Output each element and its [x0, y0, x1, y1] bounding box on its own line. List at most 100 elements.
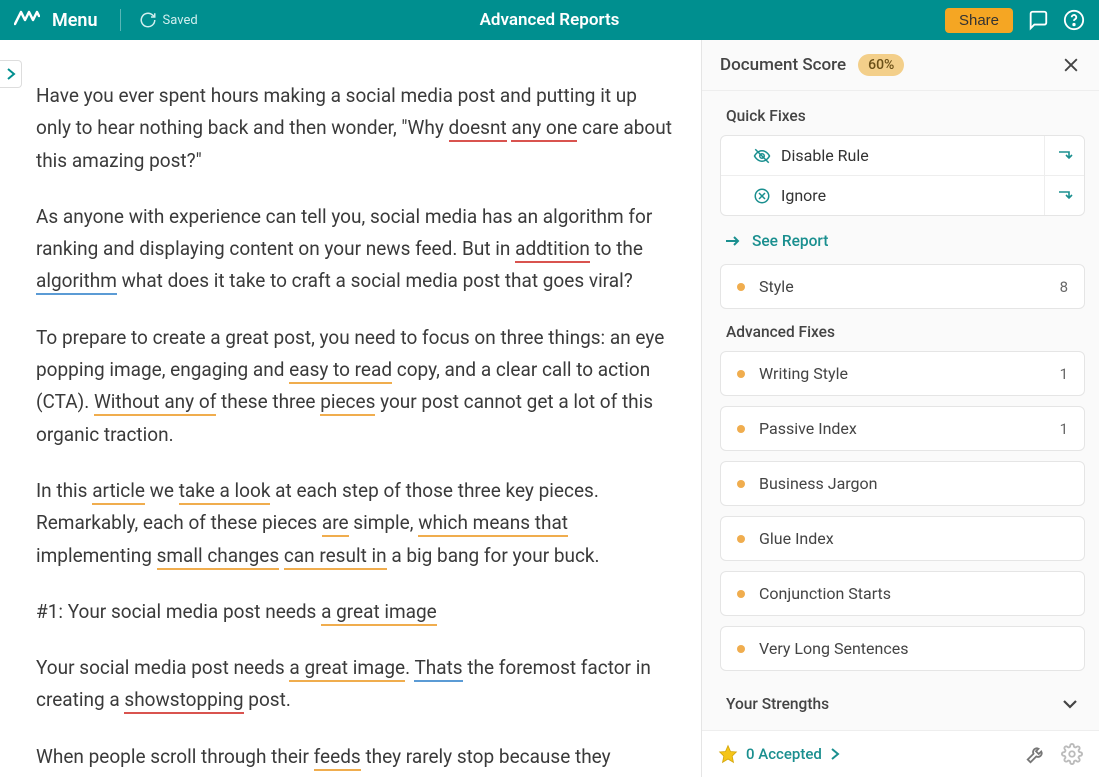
page-title: Advanced Reports	[480, 10, 620, 30]
comments-icon[interactable]	[1027, 9, 1049, 31]
dot-icon	[737, 283, 745, 291]
text: these three	[216, 390, 320, 413]
sidebar-header: Document Score 60%	[702, 40, 1099, 91]
category-label: Very Long Sentences	[759, 639, 908, 658]
text: In this	[36, 479, 92, 502]
category-writing-style[interactable]: Writing Style 1	[720, 351, 1085, 396]
eye-off-icon	[753, 147, 771, 165]
category-label: Writing Style	[759, 364, 848, 383]
saved-label: Saved	[163, 13, 198, 28]
paragraph[interactable]: Your social media post needs a great ima…	[36, 652, 673, 717]
star-icon	[718, 744, 738, 764]
text: post.	[244, 688, 291, 711]
chevron-right-icon	[830, 747, 840, 761]
arrow-right-icon	[724, 234, 742, 248]
document-score-label: Document Score	[720, 55, 846, 75]
style-suggestion[interactable]: are	[322, 511, 349, 537]
dot-icon	[737, 645, 745, 653]
style-suggestion[interactable]: a great image	[321, 600, 437, 626]
see-report-link[interactable]: See Report	[720, 226, 1085, 264]
category-label: Style	[759, 277, 794, 296]
text: When people scroll through their	[36, 745, 314, 768]
text: Your social media post needs	[36, 656, 289, 679]
style-suggestion[interactable]: pieces	[320, 390, 375, 416]
share-button[interactable]: Share	[945, 8, 1013, 33]
text: to the	[590, 237, 643, 260]
text: they rarely stop because they	[361, 745, 611, 768]
document-editor[interactable]: Have you ever spent hours making a socia…	[36, 80, 673, 773]
paragraph[interactable]: When people scroll through their feeds t…	[36, 741, 673, 773]
topbar-left: Menu Saved	[14, 9, 198, 31]
dot-icon	[737, 425, 745, 433]
spelling-error[interactable]: showstopping	[124, 688, 243, 714]
style-suggestion[interactable]: small changes	[157, 544, 280, 570]
style-suggestion[interactable]: easy to read	[289, 358, 392, 384]
category-label: Glue Index	[759, 529, 834, 548]
quick-fix-card: Disable Rule Ignore	[720, 135, 1085, 216]
category-passive-index[interactable]: Passive Index 1	[720, 406, 1085, 451]
close-sidebar-button[interactable]	[1061, 55, 1081, 75]
dot-icon	[737, 370, 745, 378]
category-style[interactable]: Style 8	[720, 264, 1085, 309]
your-strengths-label: Your Strengths	[726, 695, 829, 713]
help-icon[interactable]	[1063, 9, 1085, 31]
grammar-suggestion[interactable]: Thats	[414, 656, 462, 682]
cancel-icon	[753, 187, 771, 205]
sidebar-footer: 0 Accepted	[702, 730, 1099, 777]
category-label: Passive Index	[759, 419, 857, 438]
text: we	[145, 479, 179, 502]
expand-panel-button[interactable]	[0, 60, 22, 88]
disable-rule-arrow[interactable]	[1044, 136, 1084, 175]
text: a big bang for your buck.	[387, 544, 600, 567]
category-conjunction-starts[interactable]: Conjunction Starts	[720, 571, 1085, 616]
gear-icon[interactable]	[1061, 743, 1083, 765]
style-suggestion[interactable]: take a look	[179, 479, 271, 505]
dot-icon	[737, 590, 745, 598]
disable-rule-action[interactable]: Disable Rule	[721, 136, 1084, 175]
see-report-label: See Report	[752, 232, 828, 250]
app-logo-icon[interactable]	[14, 10, 40, 30]
style-suggestion[interactable]: a great image	[289, 656, 405, 682]
style-suggestion[interactable]: feeds	[314, 745, 361, 771]
grammar-suggestion[interactable]: algorithm	[36, 269, 117, 295]
spelling-error[interactable]: addtition	[515, 237, 590, 263]
sync-icon	[139, 11, 157, 29]
advanced-fixes-title: Advanced Fixes	[726, 323, 1085, 341]
sidebar-body[interactable]: Quick Fixes Disable Rule	[702, 91, 1099, 730]
menu-button[interactable]: Menu	[52, 10, 98, 31]
paragraph[interactable]: In this article we take a look at each s…	[36, 475, 673, 572]
paragraph[interactable]: To prepare to create a great post, you n…	[36, 322, 673, 451]
style-suggestion[interactable]: Without any of	[94, 390, 216, 416]
paragraph[interactable]: As anyone with experience can tell you, …	[36, 201, 673, 298]
ignore-arrow[interactable]	[1044, 176, 1084, 215]
spelling-error[interactable]: any one	[511, 116, 577, 142]
category-very-long-sentences[interactable]: Very Long Sentences	[720, 626, 1085, 671]
editor-scroll[interactable]: Have you ever spent hours making a socia…	[0, 40, 701, 777]
score-badge: 60%	[858, 54, 904, 76]
main-area: Have you ever spent hours making a socia…	[0, 40, 1099, 777]
spelling-error[interactable]: doesnt	[449, 116, 507, 142]
chevron-down-icon	[1061, 698, 1079, 710]
quick-fixes-title: Quick Fixes	[726, 107, 1085, 125]
disable-rule-label: Disable Rule	[781, 146, 869, 165]
text: #1: Your social media post needs	[36, 600, 321, 623]
category-glue-index[interactable]: Glue Index	[720, 516, 1085, 561]
divider	[120, 9, 121, 31]
style-suggestion[interactable]: article	[92, 479, 145, 505]
wrench-icon[interactable]	[1025, 743, 1047, 765]
your-strengths-toggle[interactable]: Your Strengths	[720, 681, 1085, 723]
ignore-action[interactable]: Ignore	[721, 175, 1084, 215]
category-count: 1	[1060, 420, 1068, 438]
style-suggestion[interactable]: can result in	[284, 544, 387, 570]
accepted-button[interactable]: 0 Accepted	[718, 744, 840, 764]
ignore-label: Ignore	[781, 186, 826, 205]
category-count: 8	[1060, 278, 1068, 296]
style-suggestion[interactable]: which means that	[418, 511, 568, 537]
sidebar: Document Score 60% Quick Fixes Disable R…	[701, 40, 1099, 777]
saved-status: Saved	[139, 11, 198, 29]
category-business-jargon[interactable]: Business Jargon	[720, 461, 1085, 506]
paragraph[interactable]: #1: Your social media post needs a great…	[36, 596, 673, 628]
category-label: Business Jargon	[759, 474, 878, 493]
paragraph[interactable]: Have you ever spent hours making a socia…	[36, 80, 673, 177]
accepted-label: 0 Accepted	[746, 745, 822, 763]
